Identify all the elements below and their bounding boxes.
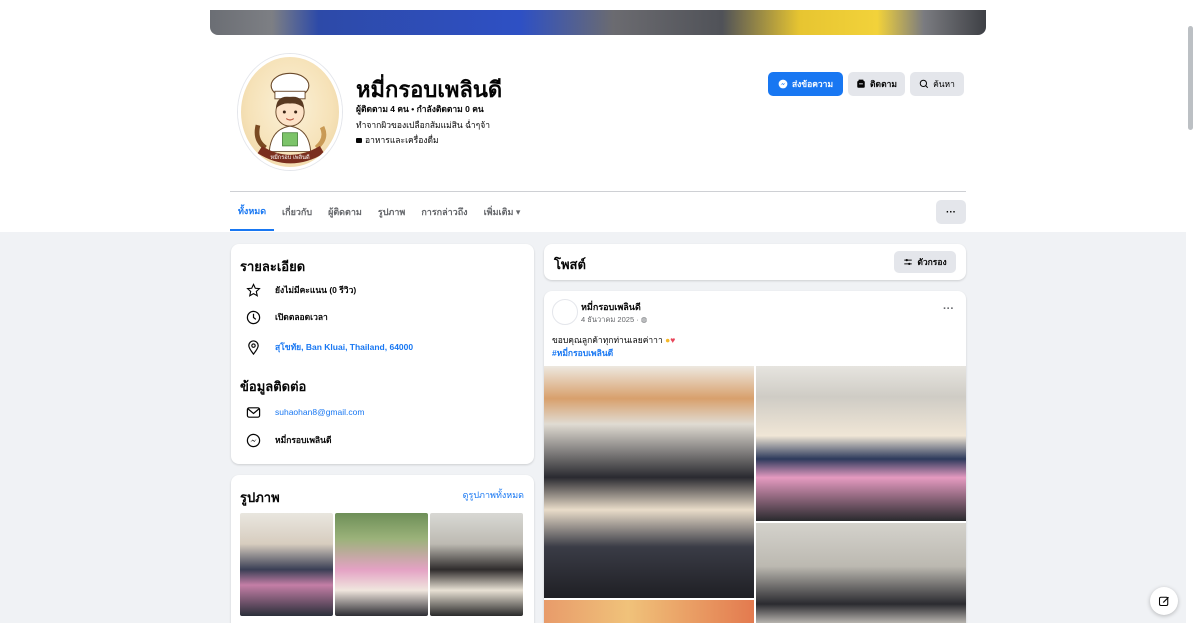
post-photo[interactable]: [544, 366, 754, 598]
tab-more[interactable]: เพิ่มเติม ▾: [476, 193, 529, 231]
svg-text:หมี่กรอบ เพลินดี: หมี่กรอบ เพลินดี: [270, 153, 310, 161]
follow-icon: [857, 79, 865, 88]
post-text: ขอบคุณลูกค้าทุกท่านเลยค่าาา ●♥: [552, 333, 675, 347]
hours-row: เปิดตลอดเวลา: [245, 309, 328, 325]
photo-grid: [240, 513, 523, 616]
post-photo[interactable]: [756, 366, 966, 521]
email-row: suhaohan8@gmail.com: [245, 404, 364, 420]
follower-count[interactable]: ผู้ติดตาม 4 คน • กำลังติดตาม 0 คน: [356, 102, 484, 116]
clock-icon: [245, 309, 261, 325]
profile-options-button[interactable]: ···: [936, 200, 966, 224]
address-rest[interactable]: , Ban Kluai, Thailand, 64000: [301, 342, 413, 352]
globe-icon: ◍: [640, 315, 648, 324]
page-intro: ทำจากผิวของเปลือกส้มแม่สิน ฉ่ำๆจ้า: [356, 120, 490, 130]
post-caption: ขอบคุณลูกค้าทุกท่านเลยค่าาา: [552, 335, 663, 345]
post-author-name[interactable]: หมี่กรอบเพลินดี: [581, 300, 641, 314]
rating-text: ยังไม่มีคะแนน (0 รีวิว): [275, 285, 357, 295]
profile-tabs: ทั้งหมด เกี่ยวกับ ผู้ติดตาม รูปภาพ การกล…: [230, 193, 528, 231]
star-icon: [245, 282, 261, 298]
follow-button-label: ติดตาม: [870, 79, 897, 89]
post-photo-collage: [544, 366, 966, 623]
post-photo[interactable]: [544, 600, 754, 623]
hours-text: เปิดตลอดเวลา: [275, 312, 328, 322]
address-link[interactable]: สุโขทัย: [275, 342, 301, 352]
page-category: อาหารและเครื่องดื่ม: [356, 133, 439, 147]
post-date-text: 4 ธันวาคม 2025 ·: [581, 315, 641, 324]
cover-photo[interactable]: [210, 10, 986, 35]
category-label: อาหารและเครื่องดื่ม: [365, 135, 439, 145]
photos-card: รูปภาพ ดูรูปภาพทั้งหมด: [231, 475, 534, 623]
search-button-label: ค้นหา: [933, 79, 955, 89]
messenger-row: หมี่กรอบเพลินดี: [245, 432, 331, 448]
tab-mentions[interactable]: การกล่าวถึง: [413, 193, 475, 231]
post-timestamp[interactable]: 4 ธันวาคม 2025 · ◍: [581, 314, 647, 326]
messenger-name[interactable]: หมี่กรอบเพลินดี: [275, 433, 331, 447]
posts-heading: โพสต์: [554, 257, 586, 272]
post-hashtag[interactable]: #หมี่กรอบเพลินดี: [552, 346, 613, 360]
post-author-avatar[interactable]: [552, 299, 578, 325]
photo-thumbnail[interactable]: [430, 513, 523, 616]
contact-heading: ข้อมูลติดต่อ: [240, 379, 307, 394]
follow-button[interactable]: ติดตาม: [848, 72, 905, 96]
post-options-button[interactable]: ···: [943, 303, 954, 315]
messenger-icon: [778, 79, 788, 89]
filter-button-label: ตัวกรอง: [917, 257, 947, 267]
compose-icon: [1158, 596, 1169, 607]
tab-all[interactable]: ทั้งหมด: [230, 193, 275, 231]
posts-header-card: โพสต์ ตัวกรอง: [544, 244, 966, 280]
chef-logo-illustration: หมี่กรอบ เพลินดี: [254, 72, 327, 164]
heart-icon: ♥: [670, 335, 676, 345]
header-divider: [230, 191, 966, 192]
search-button[interactable]: ค้นหา: [910, 72, 964, 96]
compose-message-button[interactable]: [1150, 587, 1178, 615]
filter-icon: [904, 259, 913, 265]
tab-photos[interactable]: รูปภาพ: [370, 193, 413, 231]
details-card: รายละเอียด ยังไม่มีคะแนน (0 รีวิว) เปิดต…: [231, 244, 534, 464]
category-icon: [356, 137, 362, 143]
details-heading: รายละเอียด: [240, 259, 306, 274]
see-all-photos-link[interactable]: ดูรูปภาพทั้งหมด: [463, 488, 524, 502]
scrollbar-thumb[interactable]: [1188, 26, 1193, 130]
page-scrollbar[interactable]: [1186, 0, 1194, 623]
search-icon: [919, 79, 929, 89]
mail-icon: [245, 404, 261, 420]
photo-thumbnail[interactable]: [240, 513, 333, 616]
address-row: สุโขทัย, Ban Kluai, Thailand, 64000: [245, 339, 413, 355]
photo-thumbnail[interactable]: [335, 513, 428, 616]
tab-followers[interactable]: ผู้ติดตาม: [320, 193, 370, 231]
address-text: สุโขทัย, Ban Kluai, Thailand, 64000: [275, 340, 413, 354]
rating-row: ยังไม่มีคะแนน (0 รีวิว): [245, 282, 356, 298]
message-button[interactable]: ส่งข้อความ: [768, 72, 843, 96]
location-pin-icon: [245, 339, 261, 355]
profile-avatar[interactable]: หมี่กรอบ เพลินดี: [238, 54, 342, 170]
photos-heading: รูปภาพ: [240, 490, 280, 505]
email-link[interactable]: suhaohan8@gmail.com: [275, 407, 364, 417]
messenger-icon: [245, 432, 261, 448]
message-button-label: ส่งข้อความ: [791, 79, 834, 89]
post-photo[interactable]: [756, 523, 966, 623]
filter-button[interactable]: ตัวกรอง: [894, 251, 956, 273]
tab-about[interactable]: เกี่ยวกับ: [274, 193, 320, 231]
post-card: หมี่กรอบเพลินดี 4 ธันวาคม 2025 · ◍ ··· ข…: [544, 291, 966, 623]
